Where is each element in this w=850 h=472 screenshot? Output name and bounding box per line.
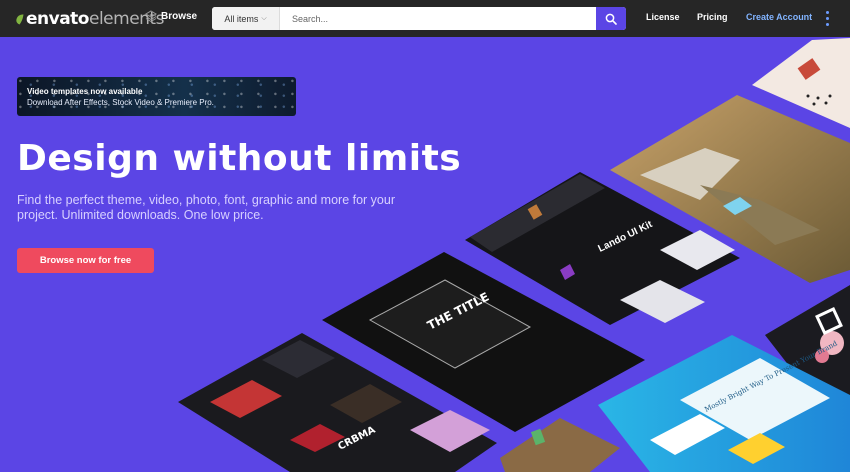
chevron-down-icon: ⌵ bbox=[261, 14, 267, 22]
category-label: All items bbox=[224, 13, 259, 24]
search-bar: All items ⌵ bbox=[212, 7, 626, 30]
more-vertical-icon[interactable] bbox=[825, 11, 829, 26]
pricing-link[interactable]: Pricing bbox=[697, 12, 728, 22]
hero-subtext: Find the perfect theme, video, photo, fo… bbox=[17, 193, 395, 222]
collage-graphic: Lando UI Kit THE TITLE CRBMA Mostly Brig… bbox=[178, 38, 850, 472]
license-link[interactable]: License bbox=[646, 12, 680, 22]
category-select[interactable]: All items ⌵ bbox=[212, 7, 280, 30]
logo-brand-text: envato bbox=[26, 9, 90, 29]
browse-menu[interactable]: Browse bbox=[145, 10, 197, 22]
envato-elements-logo[interactable]: envato elements bbox=[15, 9, 164, 29]
browse-icon bbox=[145, 10, 157, 22]
top-nav: envatoelements Browse All items ⌵ Licens… bbox=[0, 0, 850, 37]
envato-leaf-icon bbox=[16, 13, 24, 24]
promo-subtitle: Download After Effects, Stock Video & Pr… bbox=[27, 98, 214, 107]
create-account-link[interactable]: Create Account bbox=[746, 12, 812, 22]
promo-title: Video templates now available bbox=[27, 87, 143, 96]
hero-headline: Design without limits bbox=[17, 138, 462, 179]
search-button[interactable] bbox=[596, 7, 626, 30]
browse-label: Browse bbox=[161, 10, 198, 22]
browse-now-button[interactable]: Browse now for free bbox=[17, 248, 154, 273]
template-collage: Lando UI Kit THE TITLE CRBMA Mostly Brig… bbox=[0, 0, 850, 472]
search-icon bbox=[605, 13, 617, 25]
search-input[interactable] bbox=[280, 7, 596, 30]
video-templates-promo-banner[interactable]: Video templates now available Download A… bbox=[17, 77, 296, 116]
